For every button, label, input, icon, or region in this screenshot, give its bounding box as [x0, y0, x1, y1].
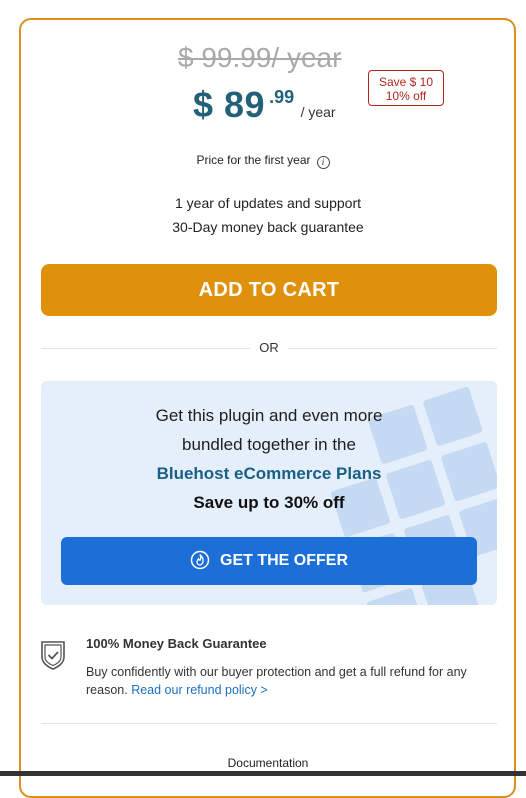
or-label: OR — [259, 340, 279, 355]
first-year-note: Price for the first year i — [0, 153, 526, 169]
old-price: $ 99.99/ year — [178, 42, 342, 73]
benefit-guarantee: 30-Day money back guarantee — [172, 219, 364, 235]
first-year-text: Price for the first year — [196, 153, 311, 167]
shield-check-icon — [40, 639, 66, 676]
get-the-offer-button[interactable]: GET THE OFFER — [61, 537, 477, 585]
add-to-cart-button[interactable]: ADD TO CART — [41, 264, 497, 316]
refund-policy-link[interactable]: Read our refund policy > — [131, 683, 268, 697]
save-amount: Save $ 10 — [378, 75, 434, 89]
save-percent: 10% off — [385, 89, 427, 103]
section-divider — [41, 723, 497, 724]
documentation-link[interactable]: Documentation — [0, 756, 526, 770]
price-cents: .99 — [269, 87, 295, 107]
offer-line-1: Get this plugin and even more — [155, 406, 383, 425]
guarantee-text: Buy confidently with our buyer protectio… — [86, 663, 501, 699]
offer-line-2: bundled together in the — [182, 435, 356, 454]
bundle-offer-box: Get this plugin and even more bundled to… — [41, 381, 497, 605]
save-badge: Save $ 10 10% off — [368, 70, 444, 106]
bottom-edge-bar — [0, 771, 526, 776]
flame-icon — [190, 542, 210, 590]
or-divider-right — [288, 348, 497, 349]
benefit-updates: 1 year of updates and support — [174, 195, 362, 211]
price-main: $ 89 — [193, 84, 266, 125]
current-price: $ 89.99 / year — [193, 84, 336, 126]
info-icon[interactable]: i — [316, 156, 330, 169]
guarantee-title: 100% Money Back Guarantee — [86, 636, 267, 651]
offer-save-text: Save up to 30% off — [193, 493, 345, 512]
offer-plan-name[interactable]: Bluehost eCommerce Plans — [41, 464, 497, 484]
price-period: / year — [300, 104, 336, 120]
or-divider-left — [41, 348, 250, 349]
get-the-offer-label: GET THE OFFER — [220, 552, 348, 569]
